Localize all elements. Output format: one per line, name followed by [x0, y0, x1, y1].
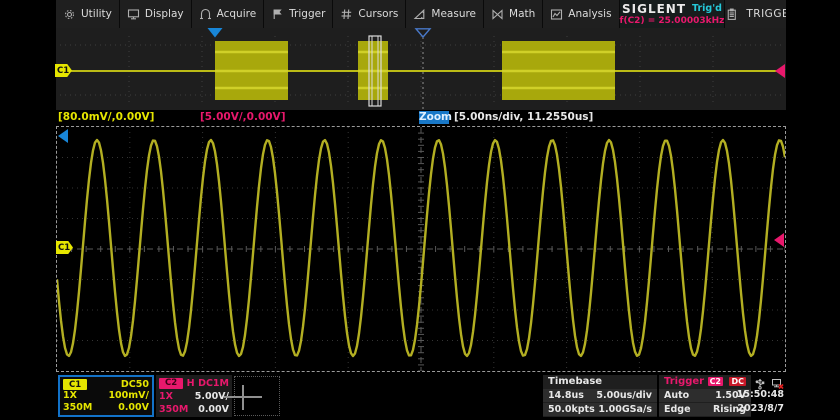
scale-labels-row: [80.0mV/,0.00V] [5.00V/,0.00V] Zoom [5.0…: [56, 110, 786, 126]
waveform-overview[interactable]: C1: [56, 28, 786, 110]
zoom-plot: [57, 127, 785, 371]
menu-item-acquire[interactable]: Acquire: [192, 0, 265, 28]
clipboard-icon: [725, 8, 738, 21]
display-icon: [127, 8, 140, 21]
menu-item-measure[interactable]: Measure: [406, 0, 484, 28]
menu-item-label: Measure: [431, 8, 476, 20]
c2-coupling: DC1M: [198, 378, 229, 389]
status-bar: C1 DC50 1X 100mV/ 350M 0.00V C2 H DC1M: [56, 372, 786, 420]
c2-swatch: C2: [159, 378, 183, 389]
brand-block: SIGLENT Trig'd f(C2) = 25.00003kHz: [620, 0, 726, 28]
c1-swatch: C1: [63, 379, 87, 390]
trigger-status-label: Trig'd: [692, 3, 722, 14]
channel2-descriptor[interactable]: C2 H DC1M 1X 5.00V/ 350M 0.00V: [156, 375, 232, 417]
c1-coupling: DC50: [121, 379, 149, 390]
c1-scale-label: [80.0mV/,0.00V]: [58, 111, 154, 123]
c1-bandwidth: 350M: [63, 402, 92, 413]
clock-date: 2023/8/7: [714, 402, 784, 416]
menu-item-math[interactable]: Math: [484, 0, 543, 28]
c2-scale-label: [5.00V/,0.00V]: [200, 111, 286, 123]
c1-offset: 0.00V: [118, 402, 149, 413]
c1-attenuation: 1X: [63, 390, 77, 401]
c1-vdiv: 100mV/: [108, 390, 149, 401]
timebase-scale: 5.00us/div: [596, 390, 652, 401]
trigger-title: Trigger: [664, 376, 704, 387]
menu-bar: Utility Display Acquire Trigger Cursors Measu…: [56, 0, 786, 28]
analysis-icon: [550, 8, 563, 21]
menu-item-label: Math: [509, 8, 535, 20]
menu-item-trigger[interactable]: Trigger: [264, 0, 333, 28]
menu-item-cursors[interactable]: Cursors: [333, 0, 406, 28]
timebase-memory: 50.0kpts: [548, 404, 595, 415]
trigger-menu-label: TRIGGER: [746, 8, 786, 20]
trigger-type: Edge: [664, 404, 691, 415]
usb-icon: [754, 375, 766, 388]
clock-time: 15:50:48: [714, 388, 784, 402]
timebase-samplerate: 1.00GSa/s: [598, 404, 652, 415]
frequency-readout: f(C2) = 25.00003kHz: [620, 16, 725, 26]
zoom-window[interactable]: C1: [56, 126, 786, 372]
menu-item-utility[interactable]: Utility: [56, 0, 120, 28]
oscilloscope-screen: Utility Display Acquire Trigger Cursors Measu…: [0, 0, 840, 420]
gear-icon: [63, 8, 76, 21]
crosshair-icon: [242, 385, 244, 410]
timebase-panel[interactable]: Timebase 14.8us 5.00us/div 50.0kpts 1.00…: [543, 375, 657, 417]
trigger-mode: Auto: [664, 390, 689, 401]
lan-disconnected-icon: [771, 375, 784, 388]
trigger-menu-button[interactable]: TRIGGER: [725, 0, 786, 28]
zoom-scale-label: [5.00ns/div, 11.2550us]: [454, 111, 593, 123]
trigger-level-marker-zoom[interactable]: [774, 233, 784, 247]
menu-item-label: Display: [145, 8, 184, 20]
menu: Utility Display Acquire Trigger Cursors Measu…: [56, 0, 620, 28]
channel1-descriptor[interactable]: C1 DC50 1X 100mV/ 350M 0.00V: [58, 375, 154, 417]
cursors-icon: [340, 8, 353, 21]
timebase-title: Timebase: [548, 376, 602, 387]
trigger-position-marker[interactable]: [416, 29, 430, 37]
system-status: 15:50:48 2023/8/7: [714, 375, 784, 416]
menu-item-label: Cursors: [358, 8, 398, 20]
acquire-icon: [199, 8, 212, 21]
menu-item-label: Acquire: [217, 8, 257, 20]
math-icon: [491, 8, 504, 21]
zoom-badge[interactable]: Zoom: [419, 111, 449, 124]
scope-ui: Utility Display Acquire Trigger Cursors Measu…: [56, 0, 786, 420]
c2-impedance: H: [187, 378, 195, 389]
siglent-logo: SIGLENT: [622, 2, 686, 16]
c2-attenuation: 1X: [159, 391, 173, 402]
menu-item-display[interactable]: Display: [120, 0, 192, 28]
menu-item-analysis[interactable]: Analysis: [543, 0, 619, 28]
c2-offset: 0.00V: [198, 404, 229, 415]
flag-icon: [271, 8, 284, 21]
horizontal-ref-marker[interactable]: [58, 129, 68, 143]
timebase-delay: 14.8us: [548, 390, 584, 401]
overview-plot: [56, 28, 786, 110]
measure-icon: [413, 8, 426, 21]
menu-item-label: Trigger: [289, 8, 325, 20]
trigger-level-marker[interactable]: [775, 64, 785, 78]
menu-item-label: Utility: [81, 8, 112, 20]
menu-item-label: Analysis: [568, 8, 611, 20]
c2-bandwidth: 350M: [159, 404, 188, 415]
trigger-delay-marker[interactable]: [208, 28, 223, 38]
